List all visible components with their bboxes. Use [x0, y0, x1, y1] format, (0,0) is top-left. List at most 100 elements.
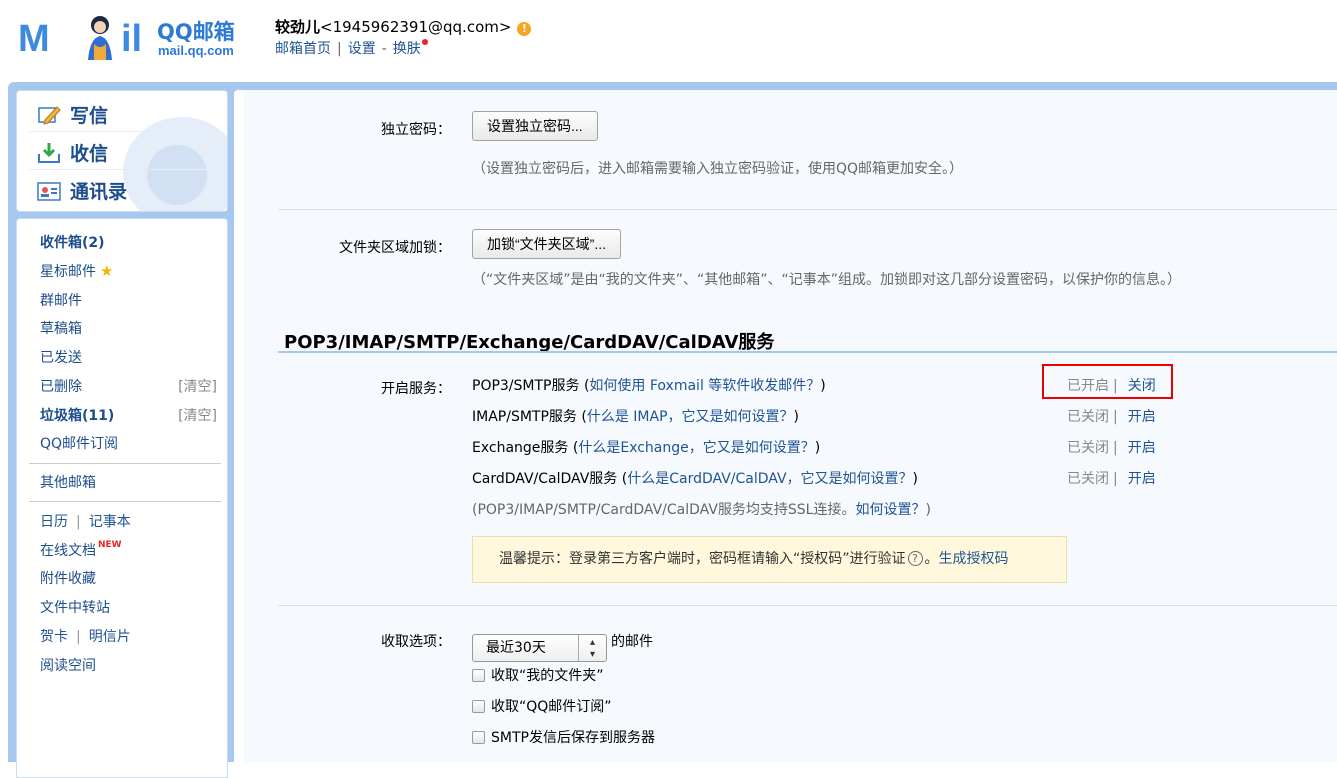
receive-options-label: 收取选项： — [381, 634, 451, 650]
warning-icon[interactable]: ! — [517, 22, 532, 36]
service-toggle-link[interactable]: 开启 — [1128, 440, 1156, 456]
change-skin-link[interactable]: 换肤 — [393, 41, 421, 57]
settings-link[interactable]: 设置 — [348, 41, 376, 57]
quick-divider — [29, 131, 217, 132]
calendar-link[interactable]: 日历 — [40, 514, 68, 530]
help-question-icon[interactable]: ? — [907, 551, 923, 566]
service-status-carddav: 已关闭 | 开启 — [1067, 468, 1156, 488]
address-book-icon — [37, 181, 61, 201]
sidebar-item-spam[interactable]: 垃圾箱(11) — [40, 405, 114, 425]
paren: ) — [814, 440, 821, 456]
top-links: 邮箱首页 | 设置 - 换肤 — [275, 38, 428, 58]
sidebar-item-deleted[interactable]: 已删除 — [40, 376, 82, 396]
paren: ) — [793, 409, 799, 425]
sidebar-item-inbox[interactable]: 收件箱(2) — [40, 232, 105, 252]
logo-m: M — [18, 18, 50, 60]
sidebar-item-attachments[interactable]: 附件收藏 — [40, 568, 96, 588]
user-nickname: 较劲儿 — [275, 18, 321, 36]
sidebar-item-other-mailbox[interactable]: 其他邮箱 — [40, 472, 96, 492]
sidebar-item-subscribe[interactable]: QQ邮件订阅 — [40, 433, 118, 453]
mail-home-link[interactable]: 邮箱首页 — [275, 41, 331, 57]
menu-divider — [29, 501, 221, 502]
user-info: 较劲儿<1945962391@qq.com>! — [275, 16, 532, 37]
service-help-link[interactable]: 什么是 IMAP，它又是如何设置？ — [587, 409, 794, 425]
sidebar-item-docs[interactable]: 在线文档 NEW — [40, 540, 122, 560]
sidebar-item-group[interactable]: 群邮件 — [40, 290, 82, 310]
service-state: 已关闭 — [1067, 440, 1109, 456]
sidebar-item-calendar-notes: 日历 | 记事本 — [40, 511, 131, 531]
write-button[interactable]: 写信 — [37, 101, 108, 128]
service-toggle-link[interactable]: 开启 — [1128, 409, 1156, 425]
contacts-button[interactable]: 通讯录 — [37, 177, 127, 204]
receive-range-select[interactable]: 最近30天 ▴ ▾ — [472, 634, 607, 662]
pipe-separator: | — [1113, 471, 1118, 487]
generate-auth-code-link[interactable]: 生成授权码 — [939, 551, 1009, 567]
app-frame: 写信 收信 通讯录 收件箱(2) 星标邮件 ★ 群邮件 草稿箱 已发送 已删除 … — [8, 82, 1337, 778]
paren: ) — [912, 471, 919, 487]
option-subscriptions[interactable]: 收取“QQ邮件订阅” — [472, 696, 612, 716]
qq-mail-logo[interactable]: M il QQ邮箱 mail.qq.com — [18, 12, 253, 64]
service-name: CardDAV/CalDAV服务 — [472, 471, 618, 487]
tip-text: 温馨提示：登录第三方客户端时，密码框请输入“授权码”进行验证 — [499, 551, 906, 567]
starred-label: 星标邮件 — [40, 264, 96, 280]
enable-services-label: 开启服务： — [381, 381, 451, 397]
select-arrows-icon: ▴ ▾ — [578, 635, 606, 661]
receive-suffix: 的邮件 — [611, 634, 653, 650]
independent-password-label: 独立密码： — [381, 122, 451, 138]
service-status-imap: 已关闭 | 开启 — [1067, 406, 1156, 426]
tip-dot: 。 — [924, 551, 939, 567]
logo-qq-text: QQ邮箱 — [157, 20, 235, 44]
option-label: 收取“QQ邮件订阅” — [491, 699, 612, 715]
inbox-download-icon — [38, 142, 60, 163]
link-separator: | — [337, 41, 342, 57]
service-toggle-link[interactable]: 开启 — [1128, 471, 1156, 487]
sidebar-item-drafts[interactable]: 草稿箱 — [40, 318, 82, 338]
service-help-link[interactable]: 什么是CardDAV/CalDAV，它又是如何设置？ — [627, 471, 912, 487]
logo-il: il — [121, 18, 143, 60]
lock-folder-button[interactable]: 加锁“文件夹区域”... — [472, 229, 621, 259]
greeting-card-link[interactable]: 贺卡 — [40, 629, 68, 645]
clear-spam-link[interactable]: [清空] — [178, 405, 217, 425]
service-help-link[interactable]: 如何使用 Foxmail 等软件收发邮件？ — [589, 378, 820, 394]
pipe-separator: | — [1113, 409, 1118, 425]
docs-label: 在线文档 — [40, 543, 96, 559]
write-label: 写信 — [70, 105, 109, 127]
receive-label: 收信 — [70, 143, 109, 165]
menu-divider — [29, 463, 221, 464]
set-password-button[interactable]: 设置独立密码... — [472, 111, 598, 141]
service-row-imap: IMAP/SMTP服务 (什么是 IMAP，它又是如何设置？) — [472, 406, 799, 426]
receive-button[interactable]: 收信 — [37, 139, 108, 166]
sidebar-item-sent[interactable]: 已发送 — [40, 347, 82, 367]
notes-link[interactable]: 记事本 — [89, 514, 131, 530]
ssl-howto-link[interactable]: 如何设置？ — [855, 502, 925, 518]
settings-content: 独立密码： 设置独立密码... （设置独立密码后，进入邮箱需要输入独立密码验证，… — [244, 90, 1337, 762]
option-smtp-save[interactable]: SMTP发信后保存到服务器 — [472, 727, 655, 747]
pipe-separator: | — [76, 629, 81, 645]
clear-deleted-link[interactable]: [清空] — [178, 376, 217, 396]
pipe-separator: | — [76, 514, 81, 530]
checkbox[interactable] — [472, 730, 485, 744]
sidebar-item-cards: 贺卡 | 明信片 — [40, 626, 131, 646]
sidebar-item-file-transfer[interactable]: 文件中转站 — [40, 597, 110, 617]
new-badge: NEW — [98, 540, 122, 550]
logo-girl-icon — [88, 16, 112, 60]
service-help-link[interactable]: 什么是Exchange，它又是如何设置？ — [578, 440, 814, 456]
option-my-folders[interactable]: 收取“我的文件夹” — [472, 665, 604, 685]
postcard-link[interactable]: 明信片 — [89, 629, 131, 645]
folder-lock-label: 文件夹区域加锁： — [339, 240, 451, 256]
service-row-pop3: POP3/SMTP服务 (如何使用 Foxmail 等软件收发邮件？) — [472, 375, 826, 395]
checkbox[interactable] — [472, 699, 485, 713]
section-divider — [278, 605, 1337, 606]
user-email: <1945962391@qq.com> — [320, 18, 512, 36]
sidebar-item-starred[interactable]: 星标邮件 ★ — [40, 261, 113, 281]
checkbox[interactable] — [472, 668, 485, 682]
ssl-note-text: (POP3/IMAP/SMTP/CardDAV/CalDAV服务均支持SSL连接… — [472, 502, 856, 518]
quick-actions-card: 写信 收信 通讯录 — [16, 90, 228, 212]
service-state: 已关闭 — [1067, 409, 1109, 425]
sidebar-item-reading[interactable]: 阅读空间 — [40, 655, 96, 675]
ssl-note: (POP3/IMAP/SMTP/CardDAV/CalDAV服务均支持SSL连接… — [472, 499, 931, 519]
select-value: 最近30天 — [486, 640, 546, 656]
ssl-note-close: ) — [925, 502, 931, 518]
paren: ) — [820, 378, 826, 394]
pencil-icon — [38, 105, 61, 125]
